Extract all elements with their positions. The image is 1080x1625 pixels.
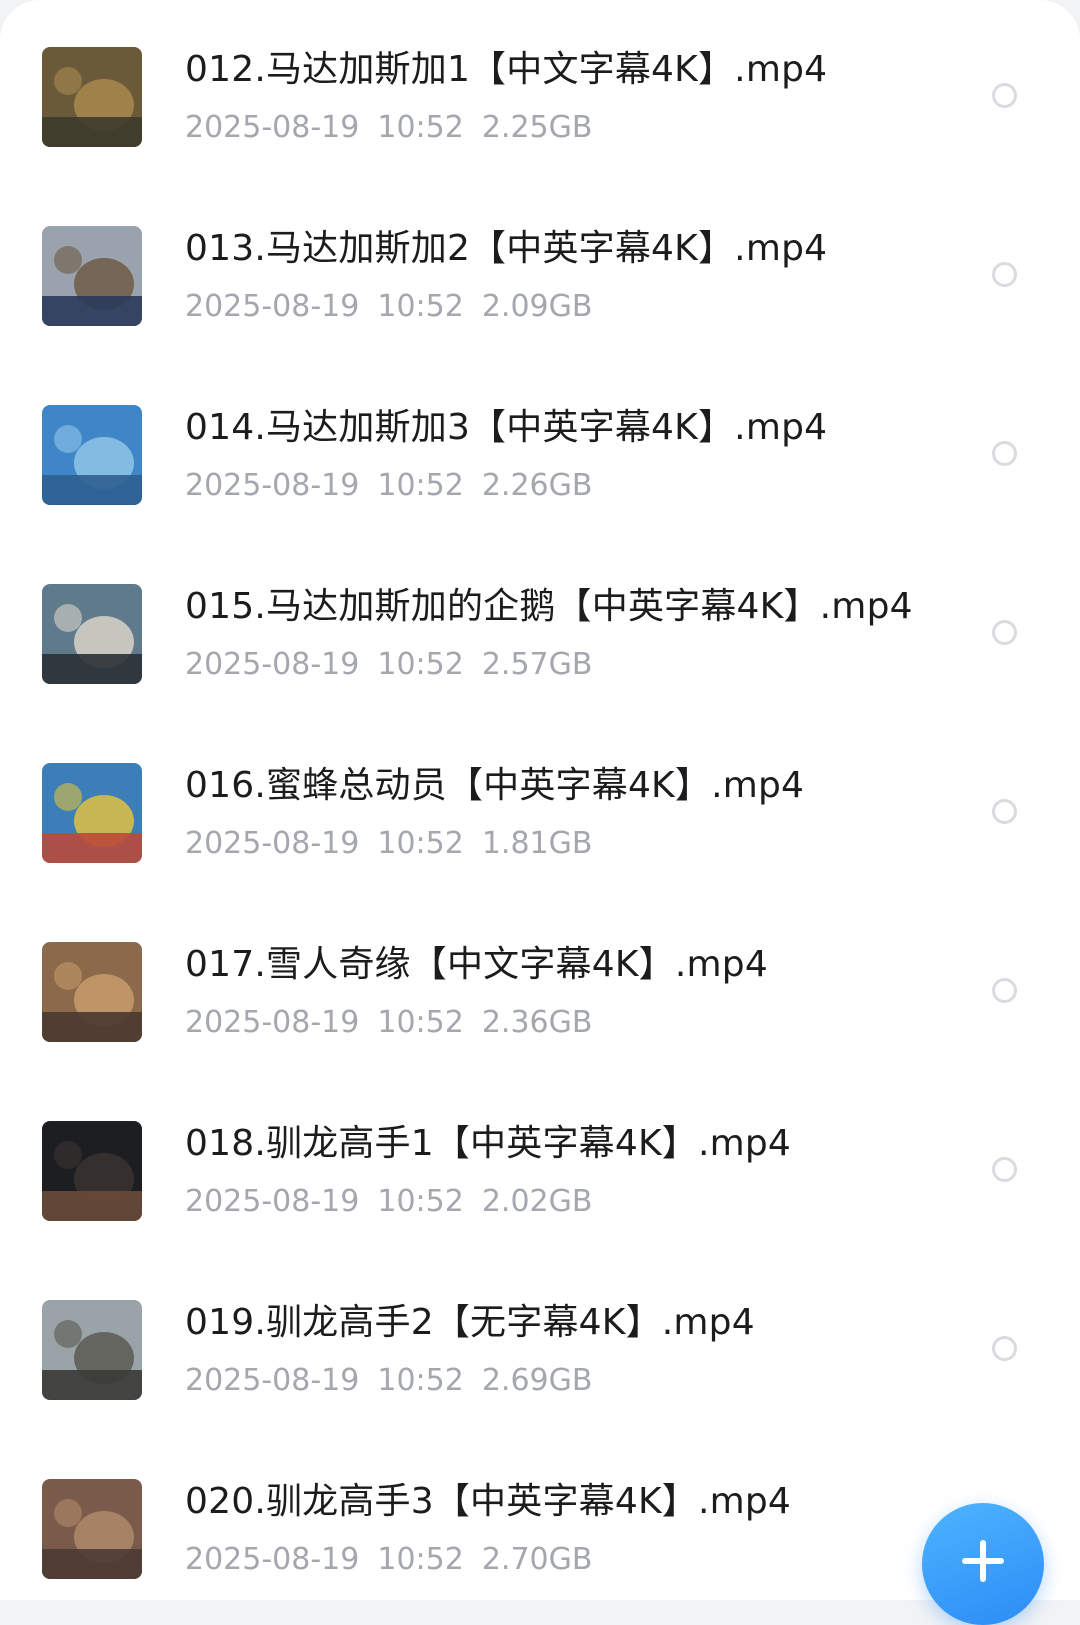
video-thumbnail[interactable] (42, 763, 142, 863)
file-name[interactable]: 018.驯龙高手1【中英字幕4K】.mp4 (185, 1119, 791, 1169)
file-meta: 2025-08-19 10:52 2.26GB (185, 466, 610, 506)
file-time: 10:52 (377, 468, 464, 503)
file-date: 2025-08-19 (185, 1005, 360, 1040)
video-thumbnail[interactable] (42, 1479, 142, 1579)
file-row[interactable]: 014.马达加斯加3【中英字幕4K】.mp4 2025-08-19 10:52 2.2… (0, 358, 1080, 537)
video-thumbnail[interactable] (42, 405, 142, 505)
file-meta: 2025-08-19 10:52 2.02GB (185, 1182, 610, 1222)
file-row[interactable]: 017.雪人奇缘【中文字幕4K】.mp4 2025-08-19 10:52 2.36G… (0, 895, 1080, 1074)
video-thumbnail[interactable] (42, 584, 142, 684)
file-date: 2025-08-19 (185, 647, 360, 682)
file-size: 2.09GB (481, 289, 593, 324)
file-row[interactable]: 015.马达加斯加的企鹅【中英字幕4K】.mp4 2025-08-19 10:52 2… (0, 537, 1080, 716)
file-date: 2025-08-19 (185, 826, 360, 861)
file-meta: 2025-08-19 10:52 2.57GB (185, 645, 610, 685)
file-date: 2025-08-19 (185, 289, 360, 324)
file-meta: 2025-08-19 10:52 2.70GB (185, 1540, 610, 1580)
file-row[interactable]: 019.驯龙高手2【无字幕4K】.mp4 2025-08-19 10:52 2.69G… (0, 1253, 1080, 1432)
file-row[interactable]: 012.马达加斯加1【中文字幕4K】.mp4 2025-08-19 10:52 2.2… (0, 0, 1080, 179)
select-radio[interactable] (992, 978, 1017, 1003)
file-size: 2.70GB (481, 1542, 593, 1577)
file-date: 2025-08-19 (185, 1542, 360, 1577)
select-radio[interactable] (992, 620, 1017, 645)
file-row[interactable]: 013.马达加斯加2【中英字幕4K】.mp4 2025-08-19 10:52 2.0… (0, 179, 1080, 358)
file-time: 10:52 (377, 1542, 464, 1577)
file-time: 10:52 (377, 1005, 464, 1040)
file-meta: 2025-08-19 10:52 1.81GB (185, 824, 610, 864)
file-time: 10:52 (377, 110, 464, 145)
file-name[interactable]: 015.马达加斯加的企鹅【中英字幕4K】.mp4 (185, 582, 913, 632)
file-date: 2025-08-19 (185, 1184, 360, 1219)
video-thumbnail[interactable] (42, 942, 142, 1042)
file-date: 2025-08-19 (185, 110, 360, 145)
video-thumbnail[interactable] (42, 1121, 142, 1221)
file-time: 10:52 (377, 1184, 464, 1219)
file-row[interactable]: 016.蜜蜂总动员【中英字幕4K】.mp4 2025-08-19 10:52 1.81… (0, 716, 1080, 895)
video-thumbnail[interactable] (42, 47, 142, 147)
file-name[interactable]: 012.马达加斯加1【中文字幕4K】.mp4 (185, 45, 827, 95)
file-row[interactable]: 018.驯龙高手1【中英字幕4K】.mp4 2025-08-19 10:52 2.02… (0, 1074, 1080, 1253)
file-meta: 2025-08-19 10:52 2.25GB (185, 108, 610, 148)
select-radio[interactable] (992, 83, 1017, 108)
add-fab-button[interactable] (922, 1503, 1044, 1625)
file-time: 10:52 (377, 1363, 464, 1398)
file-time: 10:52 (377, 647, 464, 682)
file-size: 2.57GB (481, 647, 593, 682)
file-name[interactable]: 014.马达加斯加3【中英字幕4K】.mp4 (185, 403, 827, 453)
file-size: 2.25GB (481, 110, 593, 145)
file-list: 012.马达加斯加1【中文字幕4K】.mp4 2025-08-19 10:52 2.2… (0, 0, 1080, 1611)
file-size: 1.81GB (481, 826, 593, 861)
file-date: 2025-08-19 (185, 468, 360, 503)
file-time: 10:52 (377, 289, 464, 324)
file-size: 2.69GB (481, 1363, 593, 1398)
select-radio[interactable] (992, 1157, 1017, 1182)
file-list-sheet: 012.马达加斯加1【中文字幕4K】.mp4 2025-08-19 10:52 2.2… (0, 0, 1080, 1600)
file-meta: 2025-08-19 10:52 2.36GB (185, 1003, 610, 1043)
file-name[interactable]: 019.驯龙高手2【无字幕4K】.mp4 (185, 1298, 755, 1348)
file-name[interactable]: 013.马达加斯加2【中英字幕4K】.mp4 (185, 224, 827, 274)
file-meta: 2025-08-19 10:52 2.09GB (185, 287, 610, 327)
file-row[interactable]: 020.驯龙高手3【中英字幕4K】.mp4 2025-08-19 10:52 2.70… (0, 1432, 1080, 1611)
select-radio[interactable] (992, 799, 1017, 824)
video-thumbnail[interactable] (42, 226, 142, 326)
plus-icon-vertical (980, 1540, 986, 1582)
file-date: 2025-08-19 (185, 1363, 360, 1398)
file-name[interactable]: 017.雪人奇缘【中文字幕4K】.mp4 (185, 940, 768, 990)
file-name[interactable]: 016.蜜蜂总动员【中英字幕4K】.mp4 (185, 761, 804, 811)
file-meta: 2025-08-19 10:52 2.69GB (185, 1361, 610, 1401)
file-size: 2.02GB (481, 1184, 593, 1219)
file-size: 2.26GB (481, 468, 593, 503)
select-radio[interactable] (992, 441, 1017, 466)
file-time: 10:52 (377, 826, 464, 861)
file-name[interactable]: 020.驯龙高手3【中英字幕4K】.mp4 (185, 1477, 791, 1527)
select-radio[interactable] (992, 262, 1017, 287)
video-thumbnail[interactable] (42, 1300, 142, 1400)
file-size: 2.36GB (481, 1005, 593, 1040)
select-radio[interactable] (992, 1336, 1017, 1361)
